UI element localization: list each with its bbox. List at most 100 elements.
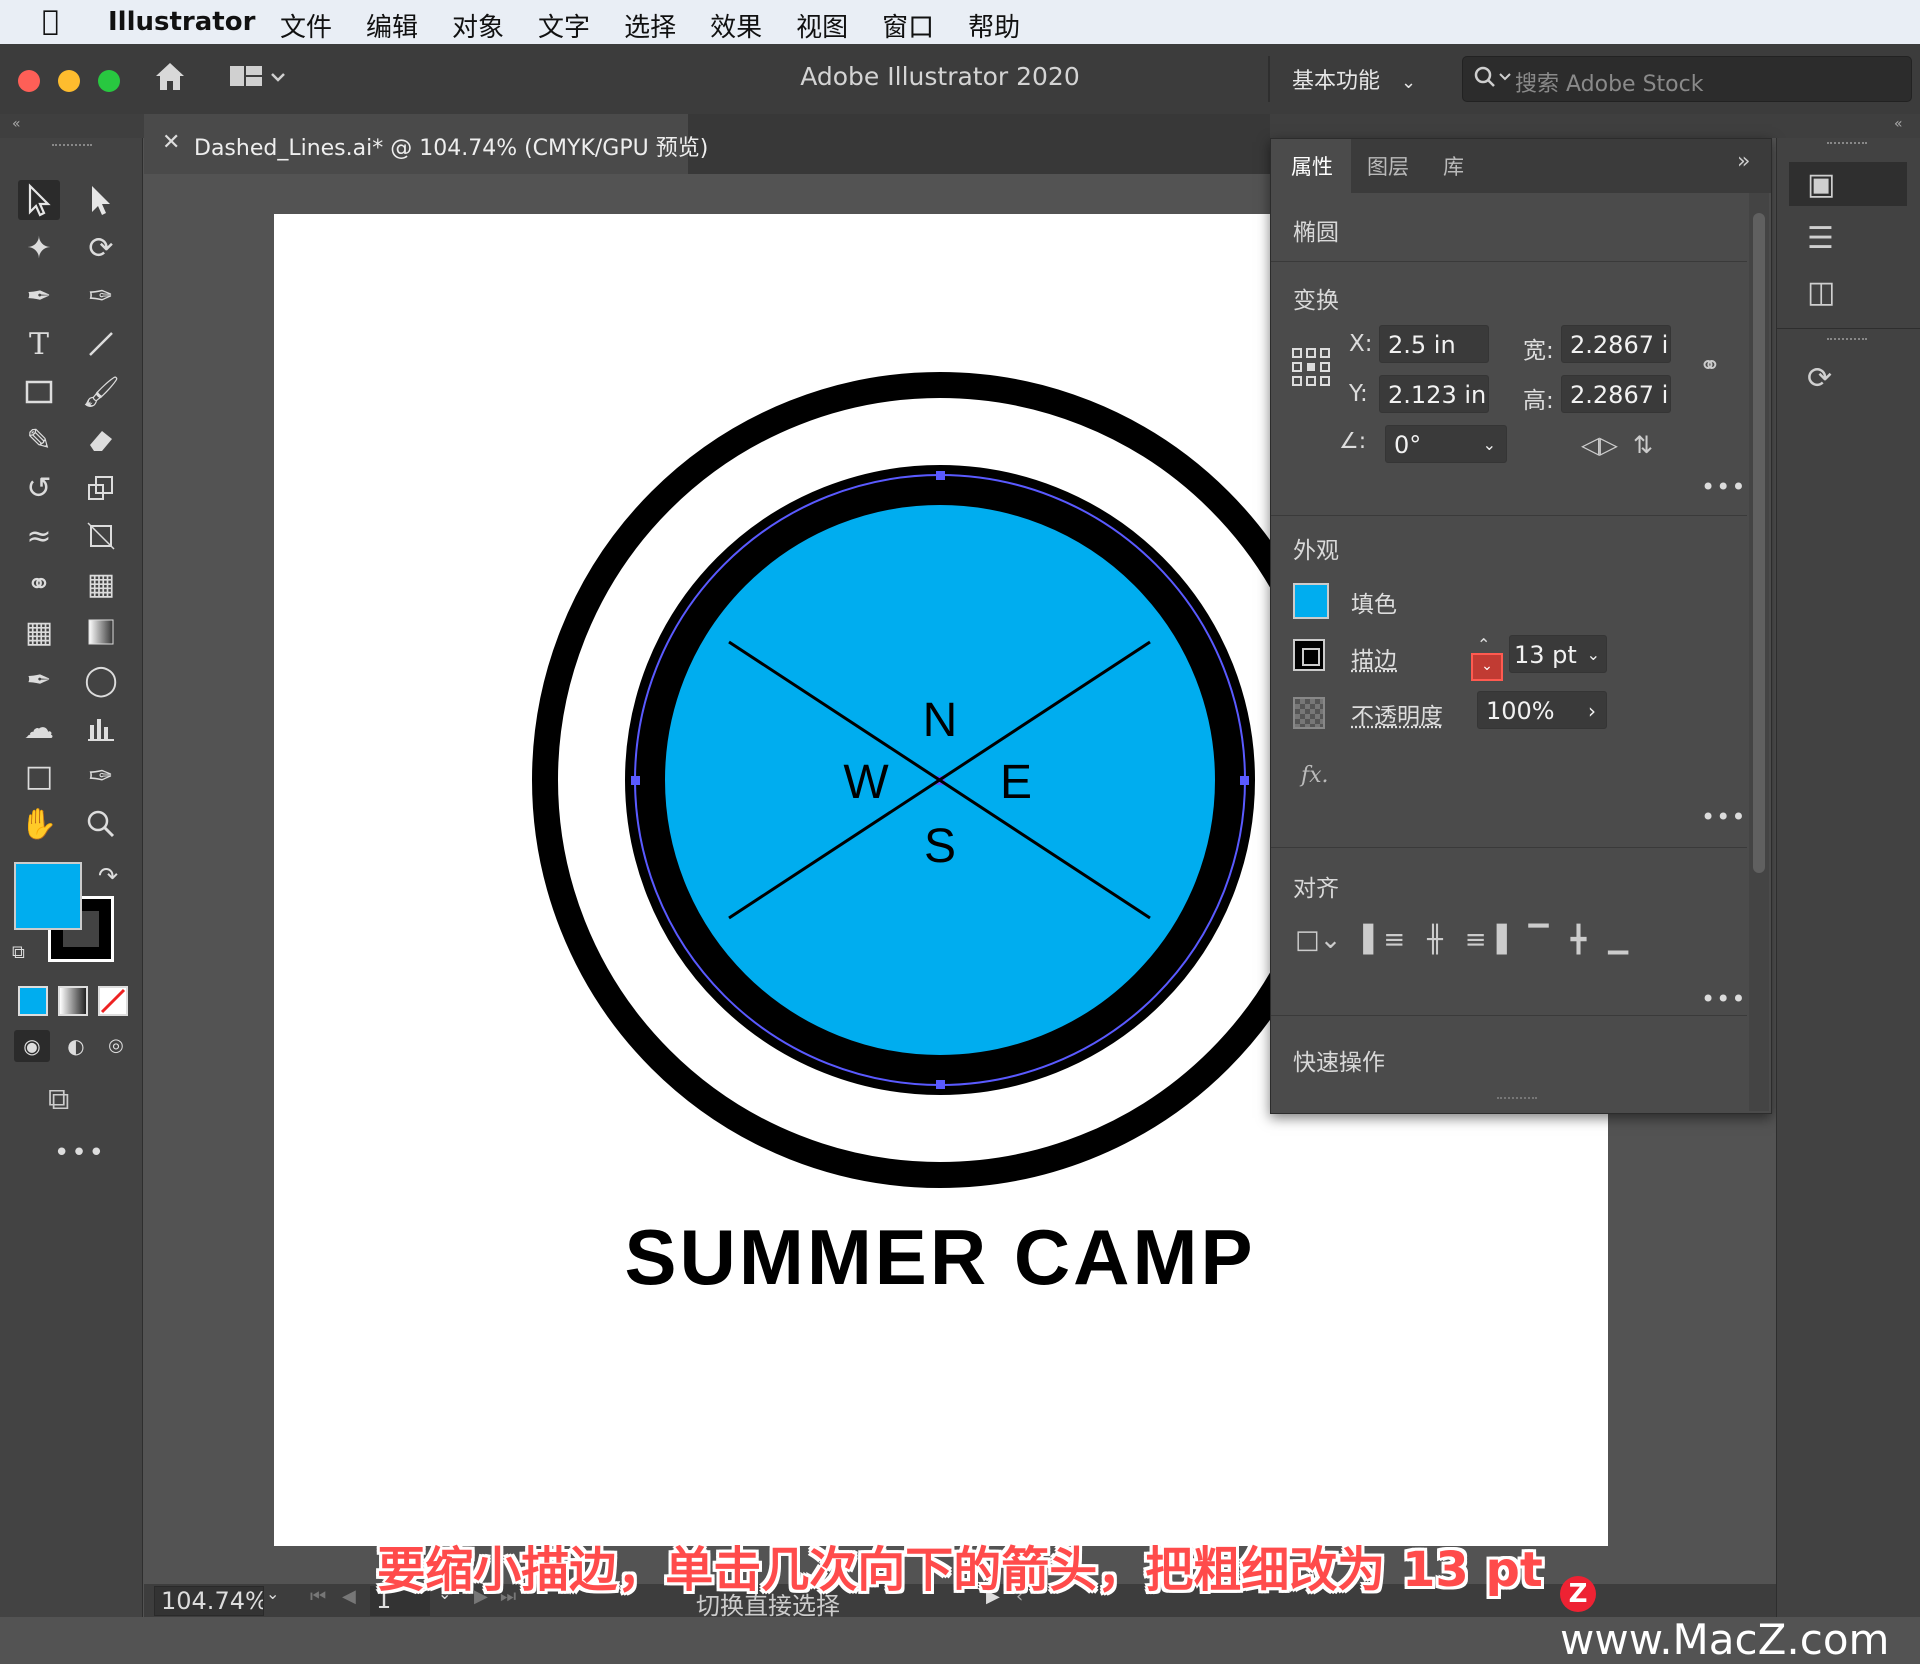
tab-properties[interactable]: 属性 [1291, 151, 1333, 181]
fill-color-swatch[interactable] [1293, 583, 1329, 619]
free-transform-tool-icon[interactable] [80, 516, 122, 556]
anchor-point-top[interactable] [936, 471, 945, 480]
menu-select[interactable]: 选择 [624, 7, 676, 44]
align-to-selection-icon[interactable]: □⌄ [1295, 925, 1341, 955]
draw-inside-icon[interactable]: ◎ [98, 1030, 134, 1062]
direct-selection-tool-icon[interactable] [80, 180, 122, 220]
panel-scrollbar[interactable] [1749, 193, 1769, 1111]
stroke-decrease-icon[interactable]: ⌄ [1471, 653, 1503, 681]
menu-effect[interactable]: 效果 [710, 7, 762, 44]
hand-tool-icon[interactable]: ✋ [18, 804, 60, 844]
magic-wand-tool-icon[interactable]: ✦ [18, 228, 60, 268]
flip-horizontal-icon[interactable]: ◁▷ [1581, 431, 1618, 459]
slice-tool-icon[interactable]: ✑ [80, 756, 122, 796]
collapse-left-icon[interactable]: « [12, 116, 21, 132]
stroke-weight-field[interactable]: 13 pt ⌄ [1509, 635, 1607, 673]
align-bottom-icon[interactable]: ▁ [1608, 925, 1628, 955]
y-position-field[interactable]: 2.123 in [1379, 375, 1489, 413]
swap-fill-stroke-icon[interactable]: ↷ [98, 862, 118, 890]
stroke-color-swatch[interactable] [1293, 639, 1325, 671]
tab-layers[interactable]: 图层 [1367, 151, 1409, 181]
menu-edit[interactable]: 编辑 [366, 7, 418, 44]
document-tab[interactable]: ✕ Dashed_Lines.ai* @ 104.74% (CMYK/GPU 预… [144, 114, 688, 174]
panel-resize-grip[interactable] [1497, 1097, 1537, 1107]
shape-builder-tool-icon[interactable]: ⚭ [18, 564, 60, 604]
selection-tool-icon[interactable] [18, 180, 60, 220]
properties-panel-icon[interactable]: ▣ [1789, 162, 1907, 206]
pen-tool-icon[interactable]: ✒ [18, 276, 60, 316]
fill-label[interactable]: 填色 [1351, 585, 1397, 619]
layers-panel-icon[interactable]: ☰ [1789, 216, 1907, 260]
rotation-angle-field[interactable]: 0° ⌄ [1385, 425, 1507, 463]
reference-point-icon[interactable] [1291, 347, 1331, 391]
width-tool-icon[interactable]: ≈ [18, 516, 60, 556]
align-right-icon[interactable]: ≡▐ [1465, 925, 1507, 955]
anchor-point-right[interactable] [1240, 776, 1249, 785]
menu-object[interactable]: 对象 [452, 7, 504, 44]
lasso-tool-icon[interactable]: ⟳ [80, 228, 122, 268]
edit-toolbar-more-icon[interactable]: ••• [54, 1138, 106, 1168]
none-mode-icon[interactable] [98, 986, 128, 1016]
align-left-icon[interactable]: ▌≡ [1363, 925, 1405, 955]
headline-text[interactable]: SUMMER CAMP [625, 1213, 1256, 1301]
align-vertical-center-icon[interactable]: ╋ [1571, 925, 1587, 955]
shaper-tool-icon[interactable]: ✎ [18, 420, 60, 460]
align-more-options-icon[interactable]: ••• [1701, 985, 1746, 1013]
rectangle-tool-icon[interactable] [18, 372, 60, 412]
column-graph-tool-icon[interactable] [80, 708, 122, 748]
default-fill-stroke-icon[interactable]: ⧉ [12, 942, 25, 963]
app-menu[interactable]: Illustrator [108, 7, 255, 37]
tab-libraries[interactable]: 库 [1443, 151, 1464, 181]
workspace-switcher[interactable]: 基本功能 ⌄ [1292, 63, 1416, 95]
menu-type[interactable]: 文字 [538, 7, 590, 44]
artboard-tool-icon[interactable]: □ [18, 756, 60, 796]
rotate-tool-icon[interactable]: ↺ [18, 468, 60, 508]
line-segment-tool-icon[interactable] [80, 324, 122, 364]
recolor-panel-icon[interactable]: ⟳ [1789, 356, 1907, 400]
screen-mode-icon[interactable]: ⧉ [48, 1082, 69, 1117]
anchor-point-bottom[interactable] [936, 1080, 945, 1089]
anchor-point-left[interactable] [631, 776, 640, 785]
width-field[interactable]: 2.2867 in [1561, 325, 1671, 363]
stroke-label[interactable]: 描边 [1351, 641, 1397, 675]
menu-help[interactable]: 帮助 [968, 7, 1020, 44]
eyedropper-tool-icon[interactable]: ✒ [18, 660, 60, 700]
opacity-field[interactable]: 100% › [1477, 691, 1607, 729]
menu-view[interactable]: 视图 [796, 7, 848, 44]
curvature-tool-icon[interactable]: ✑ [80, 276, 122, 316]
chevron-down-icon[interactable]: ⌄ [1587, 636, 1600, 673]
opacity-label[interactable]: 不透明度 [1351, 697, 1443, 731]
type-tool-icon[interactable]: T [18, 324, 60, 364]
stroke-increase-icon[interactable]: ⌃ [1477, 635, 1490, 654]
libraries-panel-icon[interactable]: ◫ [1789, 270, 1907, 314]
color-mode-icon[interactable] [18, 986, 48, 1016]
draw-behind-icon[interactable]: ◐ [58, 1030, 94, 1062]
menu-window[interactable]: 窗口 [882, 7, 934, 44]
close-tab-icon[interactable]: ✕ [162, 130, 180, 155]
x-position-field[interactable]: 2.5 in [1379, 325, 1489, 363]
symbol-sprayer-tool-icon[interactable]: ☁ [18, 708, 60, 748]
zoom-tool-icon[interactable] [80, 804, 122, 844]
eraser-tool-icon[interactable] [80, 420, 122, 460]
paintbrush-tool-icon[interactable]: 🖌 [80, 372, 122, 412]
mesh-tool-icon[interactable]: ▦ [18, 612, 60, 652]
gradient-mode-icon[interactable] [58, 986, 88, 1016]
constrain-proportions-icon[interactable]: ⚭ [1699, 351, 1721, 381]
fx-effects-button[interactable]: fx. [1301, 763, 1329, 788]
apple-menu-icon[interactable]:  [42, 4, 59, 37]
chevron-down-icon[interactable]: ⌄ [1483, 426, 1496, 463]
height-field[interactable]: 2.2867 in [1561, 375, 1671, 413]
appearance-more-options-icon[interactable]: ••• [1701, 803, 1746, 831]
transform-more-options-icon[interactable]: ••• [1701, 473, 1746, 501]
blend-tool-icon[interactable]: ◯ [80, 660, 122, 700]
perspective-grid-tool-icon[interactable]: ▦ [80, 564, 122, 604]
flip-vertical-icon[interactable]: ⇅ [1633, 431, 1653, 459]
fill-swatch[interactable] [14, 862, 82, 930]
dock-grip[interactable] [1827, 142, 1867, 152]
gradient-tool-icon[interactable] [80, 612, 122, 652]
align-top-icon[interactable]: ▔ [1529, 925, 1549, 955]
stock-search-input[interactable]: 搜索 Adobe Stock [1462, 56, 1912, 102]
panel-menu-icon[interactable]: » [1737, 149, 1750, 174]
chevron-right-icon[interactable]: › [1588, 692, 1596, 729]
collapse-right-icon[interactable]: « [1894, 116, 1903, 132]
